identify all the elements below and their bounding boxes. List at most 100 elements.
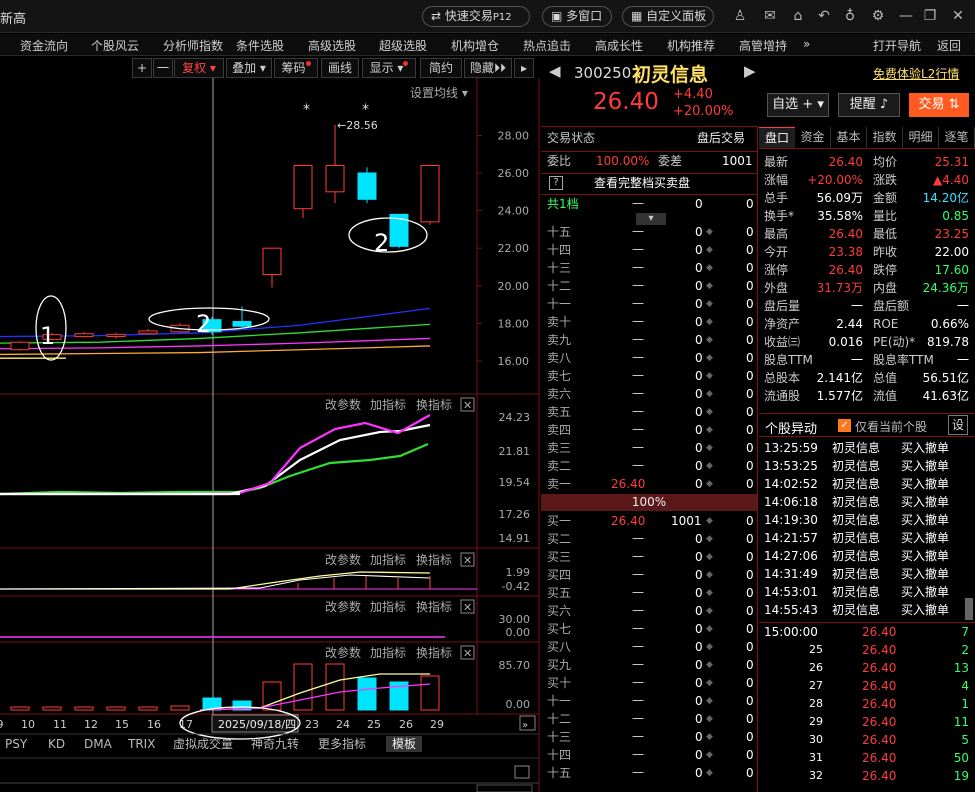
tab-virtual-volume[interactable]: 虚拟成交量	[173, 736, 233, 751]
anomaly-row[interactable]: 14:02:52 初灵信息 买入撤单	[759, 475, 965, 493]
anomaly-row[interactable]: 14:53:01 初灵信息 买入撤单	[759, 583, 965, 601]
quote-tab[interactable]: 明细	[903, 127, 939, 148]
quote-row: 涨停 26.40 跌停 17.60	[759, 261, 975, 279]
quote-row: 股息TTM 一股息率TTM 一	[759, 351, 975, 369]
tab-magic-nine[interactable]: 神奇九转	[251, 736, 299, 751]
settings-icon[interactable]: ⚙	[870, 8, 886, 24]
menu-exec-increase[interactable]: 高管增持	[739, 37, 787, 54]
swap-indicator-button[interactable]: 换指标	[416, 397, 452, 412]
bottom-scroll-handle[interactable]	[476, 784, 533, 792]
simple-button[interactable]: 简约	[420, 58, 462, 78]
zoom-in-button[interactable]: +	[132, 58, 152, 78]
notification-dot-icon	[403, 61, 409, 66]
anomaly-row[interactable]: 14:21:57 初灵信息 买入撤单	[759, 529, 965, 547]
params-button[interactable]: 改参数	[325, 552, 361, 567]
return-link[interactable]: 返回	[937, 37, 961, 54]
menu-analyst-index[interactable]: 分析师指数	[163, 37, 223, 54]
anomaly-row[interactable]: 13:53:25 初灵信息 买入撤单	[759, 457, 965, 475]
collapse-right-icon[interactable]: ▸	[514, 58, 534, 78]
anomaly-row[interactable]: 14:06:18 初灵信息 买入撤单	[759, 493, 965, 511]
add-indicator-button[interactable]: 加指标	[370, 645, 406, 660]
anomaly-row[interactable]: 13:25:59 初灵信息 买入撤单	[759, 439, 965, 457]
ind2-tick: 1.99	[506, 566, 531, 579]
mail-icon[interactable]: ✉	[762, 8, 778, 24]
kline-chart[interactable]: 28.0026.0024.0022.0020.0018.0016.00 * * …	[0, 78, 540, 792]
overlay-dropdown[interactable]: 叠加 ▾	[226, 58, 272, 78]
display-dropdown[interactable]: 显示 ▾	[362, 58, 416, 78]
tab-template[interactable]: 模板	[392, 737, 416, 751]
add-watchlist-button[interactable]: 自选 + ▾	[767, 93, 829, 117]
skin-icon[interactable]: ♁	[842, 8, 858, 24]
tab-more-indicators[interactable]: 更多指标	[318, 736, 366, 751]
anomaly-scrollbar[interactable]	[965, 598, 973, 620]
tick-time: 25	[809, 643, 823, 656]
close-icon[interactable]: ✕	[950, 8, 966, 24]
tab-psy[interactable]: PSY	[5, 737, 28, 751]
volume-bars	[10, 663, 440, 711]
menu-condition-select[interactable]: 条件选股	[236, 37, 284, 54]
restore-icon[interactable]: ❐	[922, 8, 938, 24]
prev-stock-icon[interactable]: ◀	[549, 62, 561, 80]
panel-toggle-icon[interactable]	[514, 765, 530, 779]
menu-more-icon[interactable]: »	[803, 37, 810, 51]
anomaly-row[interactable]: 14:55:43 初灵信息 买入撤单	[759, 601, 965, 619]
anomaly-settings-button[interactable]: 设	[948, 415, 968, 435]
tab-kd[interactable]: KD	[48, 737, 65, 751]
chips-button[interactable]: 筹码	[274, 58, 318, 78]
tab-dma[interactable]: DMA	[84, 737, 113, 751]
menu-super-select[interactable]: 超级选股	[379, 37, 427, 54]
checkbox-checked-icon[interactable]: ✓	[838, 419, 851, 432]
menu-inst-increase[interactable]: 机构增仓	[451, 37, 499, 54]
menu-high-growth[interactable]: 高成长性	[595, 37, 643, 54]
menu-fund-flow[interactable]: 资金流向	[20, 37, 68, 54]
remind-button[interactable]: 提醒 ♪	[838, 93, 900, 117]
ind1-tick: 21.81	[499, 445, 531, 458]
swap-indicator-button[interactable]: 换指标	[416, 599, 452, 614]
quote-tab[interactable]: 盘口	[759, 127, 795, 148]
back-icon[interactable]: ↶	[816, 8, 832, 24]
diamond-icon: ◆	[706, 407, 713, 417]
quote-tab[interactable]: 逐笔	[939, 127, 975, 148]
params-button[interactable]: 改参数	[325, 599, 361, 614]
swap-indicator-button[interactable]: 换指标	[416, 645, 452, 660]
quote-tab[interactable]: 指数	[867, 127, 903, 148]
menu-advanced-select[interactable]: 高级选股	[308, 37, 356, 54]
draw-line-button[interactable]: 画线	[321, 58, 359, 78]
add-indicator-button[interactable]: 加指标	[370, 552, 406, 567]
zoom-out-button[interactable]: 一	[153, 58, 173, 78]
menu-hot-chase[interactable]: 热点追击	[523, 37, 571, 54]
level-price: 一	[632, 459, 645, 473]
fuquan-dropdown[interactable]: 复权 ▾	[174, 58, 224, 78]
quote-value: 1.577亿	[816, 389, 863, 403]
swap-indicator-button[interactable]: 换指标	[416, 552, 452, 567]
only-current-label[interactable]: 仅看当前个股	[855, 418, 927, 435]
anomaly-event: 买入撤单	[901, 585, 950, 599]
params-button[interactable]: 改参数	[325, 397, 361, 412]
l2-trial-link[interactable]: 免费体验L2行情	[873, 65, 959, 82]
menu-stock-news[interactable]: 个股风云	[91, 37, 139, 54]
menu-inst-recommend[interactable]: 机构推荐	[667, 37, 715, 54]
anomaly-row[interactable]: 14:19:30 初灵信息 买入撤单	[759, 511, 965, 529]
help-icon[interactable]: ?	[549, 176, 563, 190]
next-stock-icon[interactable]: ▶	[744, 62, 756, 80]
hide-button[interactable]: 隐藏⏵⏵	[464, 58, 512, 78]
multi-window-button[interactable]: ▣ 多窗口	[542, 6, 612, 27]
custom-panel-button[interactable]: ▦ 自定义面板	[622, 6, 714, 27]
minimize-icon[interactable]: —	[898, 8, 914, 24]
open-nav-link[interactable]: 打开导航	[873, 37, 921, 54]
full-depth-row[interactable]: ? 查看完整档买卖盘	[541, 173, 758, 191]
user-icon[interactable]: ♙	[732, 8, 748, 24]
display-label: 显示	[369, 61, 394, 75]
trade-button[interactable]: 交易 ⇅	[909, 93, 969, 117]
anomaly-row[interactable]: 14:31:49 初灵信息 买入撤单	[759, 565, 965, 583]
quick-trade-button[interactable]: ⇄ 快速交易P12	[422, 6, 530, 27]
quote-tab[interactable]: 基本	[831, 127, 867, 148]
params-button[interactable]: 改参数	[325, 645, 361, 660]
anomaly-row[interactable]: 14:27:06 初灵信息 买入撤单	[759, 547, 965, 565]
add-indicator-button[interactable]: 加指标	[370, 599, 406, 614]
home-icon[interactable]: ⌂	[790, 8, 806, 24]
tab-trix[interactable]: TRIX	[127, 737, 155, 751]
add-indicator-button[interactable]: 加指标	[370, 397, 406, 412]
full-depth-label[interactable]: 查看完整档买卖盘	[594, 174, 690, 192]
quote-tab[interactable]: 资金	[795, 127, 831, 148]
